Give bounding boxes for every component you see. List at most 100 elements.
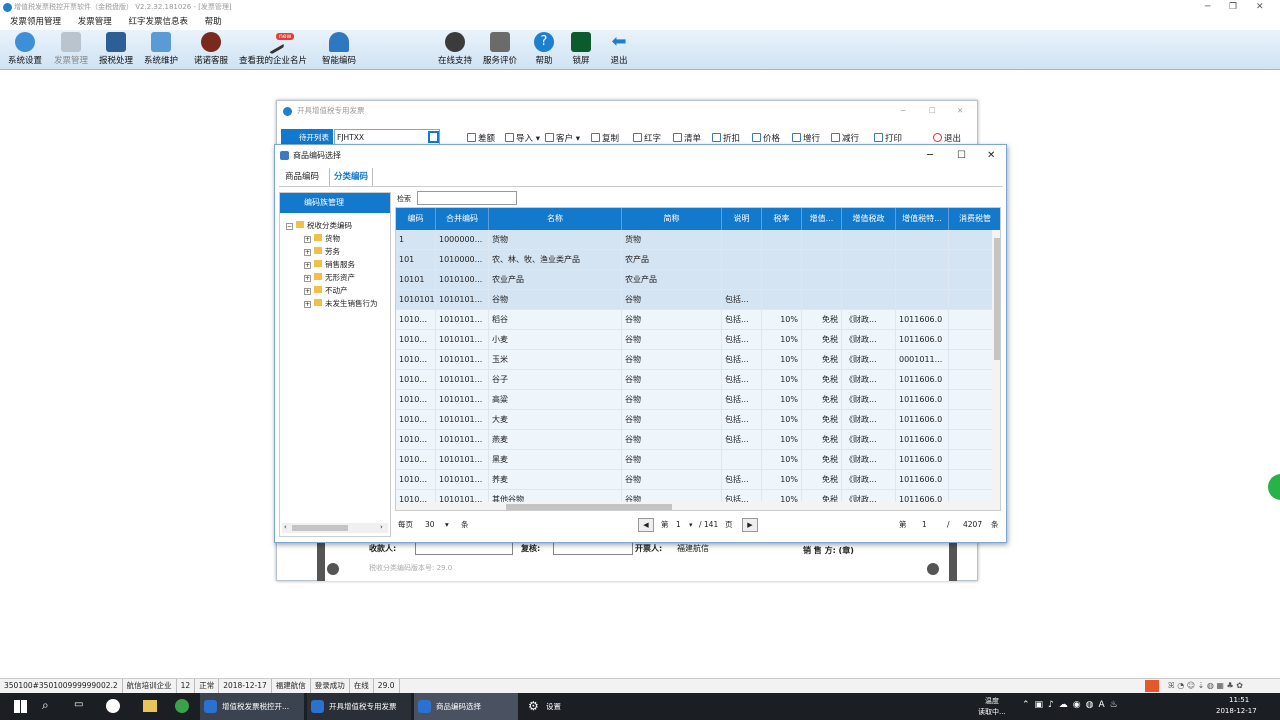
col-consumption-tax[interactable]: 消费税管 (949, 208, 1000, 230)
customer-button[interactable]: 客户 ▾ (545, 132, 580, 144)
browser-icon[interactable] (175, 699, 189, 713)
tree-item-labor[interactable]: + 劳务 (304, 246, 340, 257)
dialog-close-icon[interactable]: ✕ (987, 145, 995, 166)
table-row[interactable]: 1010... 1010101... 玉米 谷物 包括... 10% 免税 《财政... 000… (396, 350, 992, 370)
table-row[interactable]: 10101 1010100... 农业产品 农业产品 (396, 270, 992, 290)
list-button[interactable]: 清单 (673, 132, 701, 144)
table-row[interactable]: 1010... 1010101... 燕麦 谷物 包括... 10% 免税 《财政... 101… (396, 430, 992, 450)
per-page-select[interactable]: 30 ▾ (425, 516, 449, 534)
col-code[interactable]: 编码 (396, 208, 436, 230)
tax-filing-button[interactable]: 报税处理 (99, 32, 133, 66)
chevron-down-icon[interactable]: ▾ (445, 520, 449, 529)
copy-button[interactable]: 复制 (591, 132, 619, 144)
invoice-management-button[interactable]: 发票管理 (54, 32, 88, 66)
windows-start-icon[interactable] (14, 700, 27, 713)
app-pinned-icon[interactable] (106, 699, 120, 713)
dialog-maximize-icon[interactable]: ☐ (957, 145, 966, 166)
table-row[interactable]: 1010... 1010101... 高粱 谷物 包括... 10% 免税 《财政... 101… (396, 390, 992, 410)
lock-screen-button[interactable]: 锁屏 (571, 32, 591, 66)
red-invoice-button[interactable]: 红字 (633, 132, 661, 144)
online-support-button[interactable]: 在线支持 (438, 32, 472, 66)
clock-date[interactable]: 2018-12-17 (1216, 707, 1257, 715)
table-row[interactable]: 101 1010000... 农、林、牧、渔业类产品 农产品 (396, 250, 992, 270)
collapse-icon[interactable]: − (286, 223, 293, 230)
table-row[interactable]: 1010... 1010101... 荞麦 谷物 包括... 10% 免税 《财政... 101… (396, 470, 992, 490)
task-product-code-dialog[interactable]: 商品编码选择 (414, 693, 518, 720)
tree-item-intangible[interactable]: + 无形资产 (304, 272, 355, 283)
maximize-icon[interactable]: ❐ (1229, 0, 1237, 15)
exit-button[interactable]: ⬅ 退出 (609, 32, 629, 67)
invoice-maximize-icon[interactable]: ☐ (929, 101, 936, 121)
scroll-left-icon[interactable]: ‹ (284, 523, 287, 531)
customer-service-button[interactable]: 诺诺客服 (194, 32, 228, 66)
import-button[interactable]: 导入 ▾ (505, 132, 540, 144)
col-short-name[interactable]: 简称 (622, 208, 722, 230)
task-tax-software[interactable]: 增值税发票税控开... (200, 693, 304, 720)
invoice-minimize-icon[interactable]: ─ (901, 101, 906, 121)
table-row[interactable]: 1010... 1010101... 黑麦 谷物 10% 免税 《财政... 1011606.… (396, 450, 992, 470)
file-explorer-icon[interactable] (143, 700, 157, 712)
smart-coding-button[interactable]: 智能编码 (322, 32, 356, 66)
print-button[interactable]: 打印 (874, 132, 902, 144)
col-vat-policy[interactable]: 增值税政 (842, 208, 896, 230)
table-row[interactable]: 1010... 1010101... 谷子 谷物 包括... 10% 免税 《财政... 101… (396, 370, 992, 390)
system-maintenance-button[interactable]: 系统维护 (144, 32, 178, 66)
scroll-right-icon[interactable]: › (380, 523, 383, 531)
task-view-icon[interactable]: ▭ (74, 699, 83, 710)
tab-product-code[interactable]: 商品编码 (281, 168, 323, 186)
minimize-icon[interactable]: ─ (1205, 0, 1210, 15)
tree-item-real-estate[interactable]: + 不动产 (304, 285, 348, 296)
vscroll-thumb[interactable] (994, 238, 1000, 360)
add-row-button[interactable]: 增行 (792, 132, 820, 144)
task-invoice-window[interactable]: 开具增值税专用发票 (307, 693, 411, 720)
page-input[interactable]: 1 (676, 516, 681, 534)
menu-item-invoice-receipt[interactable]: 发票领用管理 (10, 17, 61, 27)
tree-item-services[interactable]: + 销售服务 (304, 259, 355, 270)
hscroll-thumb[interactable] (506, 504, 672, 510)
expand-icon[interactable]: + (304, 301, 311, 308)
menu-item-invoice-management[interactable]: 发票管理 (78, 17, 112, 27)
table-row[interactable]: 1010... 1010101... 大麦 谷物 包括... 10% 免税 《财政... 101… (396, 410, 992, 430)
search-icon[interactable]: ⌕ (42, 698, 49, 713)
close-icon[interactable]: ✕ (1256, 0, 1264, 15)
col-merged-code[interactable]: 合并编码 (436, 208, 489, 230)
search-input[interactable] (417, 191, 517, 205)
tray-icons[interactable]: ⌃▣♪☁◉◍A♨ (1022, 700, 1123, 710)
business-card-button[interactable]: 查看我的企业名片 (239, 29, 307, 66)
tree-item-goods[interactable]: + 货物 (304, 233, 340, 244)
delete-row-button[interactable]: 减行 (831, 132, 859, 144)
invoice-close-icon[interactable]: ✕ (957, 101, 963, 121)
price-button[interactable]: 价格 (752, 132, 780, 144)
expand-icon[interactable]: + (304, 249, 311, 256)
weather-label[interactable]: 温度 (985, 696, 999, 706)
col-description[interactable]: 说明 (722, 208, 762, 230)
table-hscrollbar[interactable] (396, 502, 992, 510)
menu-item-help[interactable]: 帮助 (205, 17, 222, 27)
payee-field[interactable] (415, 541, 513, 555)
col-vat-special[interactable]: 增值税特... (896, 208, 949, 230)
clock-time[interactable]: 11:51 (1229, 696, 1249, 704)
service-rating-button[interactable]: 服务评价 (483, 32, 517, 66)
menu-item-red-invoice[interactable]: 红字发票信息表 (128, 17, 188, 27)
tree-hscroll-thumb[interactable] (292, 525, 348, 531)
expand-icon[interactable]: + (304, 275, 311, 282)
page-dropdown-icon[interactable]: ▾ (689, 516, 693, 534)
code-family-management-button[interactable]: 编码族管理 (280, 193, 390, 213)
table-row[interactable]: 1010... 1010101... 稻谷 谷物 包括... 10% 免税 《财政... 101… (396, 310, 992, 330)
ime-tools-icon[interactable]: ꕤ ◔ ☺ ⇣ ◍ ▦ ♣ ✿ (1164, 679, 1247, 693)
table-row[interactable]: 1010... 1010101... 小麦 谷物 包括... 10% 免税 《财政... 101… (396, 330, 992, 350)
reviewer-field[interactable] (553, 541, 633, 555)
table-row[interactable]: 1 1000000... 货物 货物 (396, 230, 992, 250)
invoice-exit-button[interactable]: 退出 (933, 132, 961, 144)
balance-button[interactable]: 差额 (467, 132, 495, 144)
col-name[interactable]: 名称 (489, 208, 622, 230)
col-tax-rate[interactable]: 税率 (762, 208, 802, 230)
tree-hscrollbar[interactable]: ‹ › (282, 523, 388, 533)
prev-page-button[interactable]: ◀ (638, 518, 654, 532)
help-button[interactable]: ? 帮助 (534, 32, 554, 66)
table-vscrollbar[interactable] (992, 230, 1000, 510)
expand-icon[interactable]: + (304, 262, 311, 269)
tree-item-no-sales[interactable]: + 未发生销售行为 (304, 298, 378, 309)
col-vat[interactable]: 增值... (802, 208, 842, 230)
tab-category-code[interactable]: 分类编码 (329, 168, 374, 186)
